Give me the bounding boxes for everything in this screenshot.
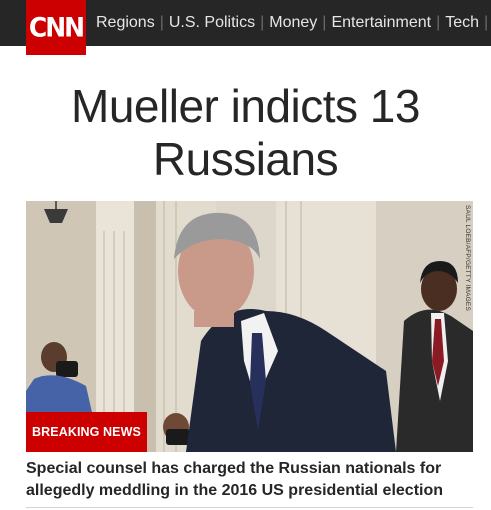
- logo-text: CNN: [28, 12, 85, 43]
- top-navigation-bar: CNN Regions | U.S. Politics | Money | En…: [0, 0, 491, 55]
- nav-menu: Regions | U.S. Politics | Money | Entert…: [96, 0, 491, 46]
- nav-item-regions[interactable]: Regions: [96, 14, 155, 32]
- nav-item-entertainment[interactable]: Entertainment: [331, 14, 431, 32]
- nav-divider: |: [322, 14, 327, 31]
- nav-divider: |: [159, 14, 164, 31]
- nav-divider: |: [484, 14, 489, 31]
- nav-item-money[interactable]: Money: [269, 14, 317, 32]
- article-headline[interactable]: Mueller indicts 13 Russians: [0, 80, 491, 186]
- nav-item-us-politics[interactable]: U.S. Politics: [169, 14, 255, 32]
- nav-item-tech[interactable]: Tech: [445, 14, 479, 32]
- cnn-logo[interactable]: CNN: [26, 0, 86, 55]
- nav-divider: |: [436, 14, 441, 31]
- breaking-news-badge: BREAKING NEWS: [26, 412, 147, 452]
- article-summary[interactable]: Special counsel has charged the Russian …: [26, 458, 486, 502]
- photo-credit: SAUL LOEB/AFP/GETTY IMAGES: [464, 205, 471, 311]
- nav-divider: |: [260, 14, 265, 31]
- divider: [26, 507, 473, 508]
